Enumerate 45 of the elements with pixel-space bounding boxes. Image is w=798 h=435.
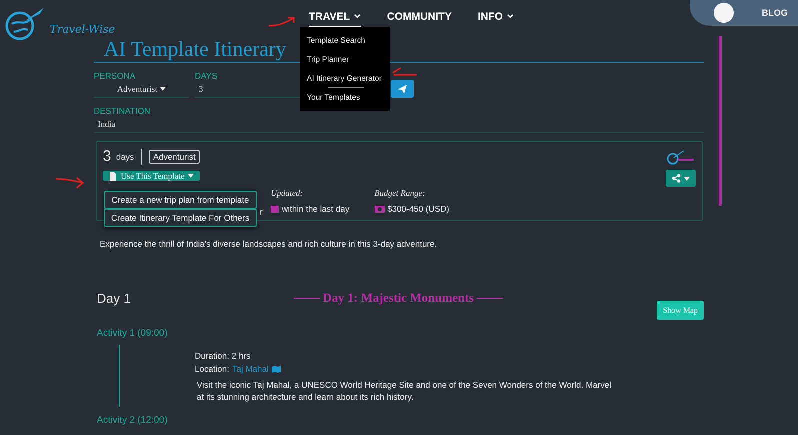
persona-select[interactable]: Adventurist <box>94 81 189 98</box>
budget-value: $300-450 (USD) <box>374 204 450 214</box>
money-icon <box>374 206 385 212</box>
avatar[interactable] <box>714 3 734 23</box>
field-label: DAYS <box>195 71 218 81</box>
send-icon <box>398 84 407 94</box>
activity-description: Visit the iconic Taj Mahal, a UNESCO World Heritage Site and one of the Seven Wonders of the World. Marvel at its stunning architecture and learn about its rich history. <box>197 379 612 403</box>
meta-label: Budget Range: <box>374 188 426 198</box>
menu-item[interactable]: Create a new trip plan from template <box>104 191 257 209</box>
caret-icon <box>160 87 166 91</box>
field-label: DESTINATION <box>94 106 151 116</box>
activity-title: Activity 2 (12:00) <box>97 415 169 426</box>
annotation-arrow <box>390 66 418 78</box>
field-label: PERSONA <box>94 71 136 81</box>
annotation-arrow <box>268 16 296 28</box>
blog-link[interactable]: BLOG <box>762 8 788 18</box>
destination-field[interactable]: India <box>94 116 704 133</box>
calendar-icon <box>271 205 279 213</box>
persona-tag: Adventurist <box>149 150 200 164</box>
caret-icon <box>188 174 194 178</box>
day-label: Day 1 <box>97 291 132 306</box>
map-icon <box>272 365 281 373</box>
location-link[interactable]: Taj Mahal <box>232 364 269 374</box>
updated-value: within the last day <box>271 204 350 214</box>
nav-link[interactable]: INFO <box>478 10 514 27</box>
share-icon <box>672 174 681 183</box>
duration-text: Duration: 2 hrs <box>195 351 252 361</box>
document-icon <box>109 172 118 180</box>
share-button[interactable] <box>666 170 696 187</box>
day-heading: Day 1: Majestic Monuments <box>294 291 504 306</box>
annotation-arrow <box>55 177 85 189</box>
activity-title: Activity 1 (09:00) <box>97 328 169 339</box>
small-logo-icon <box>666 151 696 165</box>
meta-label: Updated: <box>271 188 304 198</box>
trip-description: Experience the thrill of India's diverse landscapes and rich culture in this 3-day adventure. <box>100 239 438 249</box>
logo-text: Travel-Wise <box>50 22 116 36</box>
days-unit: days <box>116 152 134 162</box>
nav-link[interactable]: COMMUNITY <box>387 10 452 27</box>
caret-icon <box>684 176 690 180</box>
covered-text: r <box>260 207 263 217</box>
send-button[interactable] <box>391 80 414 98</box>
scrollbar[interactable] <box>719 36 722 206</box>
location-label: Location: Taj Mahal <box>195 364 617 374</box>
days-count: 3 <box>103 148 112 165</box>
menu-item[interactable]: Create Itinerary Template For Others <box>104 209 257 227</box>
